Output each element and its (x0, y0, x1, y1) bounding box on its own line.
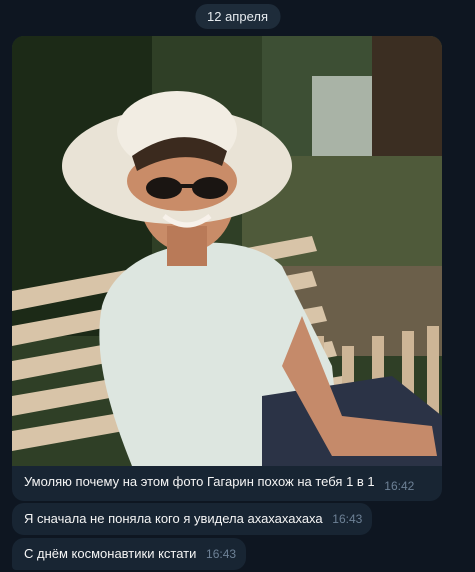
photo-message[interactable]: Умоляю почему на этом фото Гагарин похож… (12, 36, 442, 501)
message-photo[interactable] (12, 36, 442, 466)
text-message[interactable]: Я сначала не поняла кого я увидела ахаха… (12, 503, 373, 535)
text-message[interactable]: С днём космонавтики кстати 16:43 (12, 538, 247, 570)
message-time: 16:42 (384, 479, 415, 493)
caption-text: Умоляю почему на этом фото Гагарин похож… (24, 474, 375, 489)
message-time: 16:43 (332, 512, 363, 526)
photo-caption: Умоляю почему на этом фото Гагарин похож… (12, 466, 442, 501)
date-separator: 12 апреля (195, 4, 280, 29)
message-text: Я сначала не поняла кого я увидела ахаха… (24, 511, 323, 526)
message-text: С днём космонавтики кстати (24, 546, 197, 561)
message-time: 16:43 (206, 547, 237, 561)
